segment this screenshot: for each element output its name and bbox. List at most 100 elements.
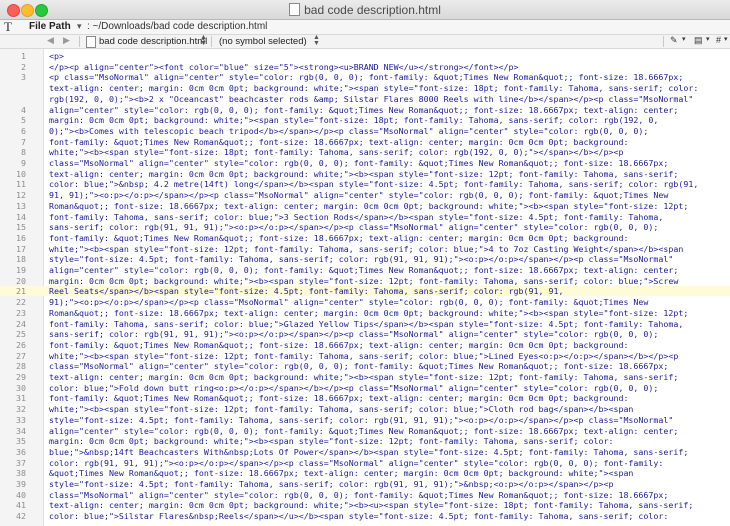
symbol-selector-updown-icon[interactable]: ▲ ▼ (313, 34, 320, 47)
code-text: white;"><b><span style="font-size: 12pt;… (49, 404, 634, 415)
document-menu-icon[interactable]: ▤ (694, 35, 703, 46)
forward-arrow-icon[interactable]: ▶ (63, 35, 70, 46)
code-line[interactable]: 32 white;"><b><span style="font-size: 12p… (0, 404, 730, 414)
code-line[interactable]: 16 font-family: &quot;Times New Roman&quo… (0, 233, 730, 243)
code-line[interactable]: 23 Roman&quot;; font-size: 18.6667px; tex… (0, 308, 730, 318)
pen-icon[interactable]: ✎ (670, 35, 678, 46)
line-number: 39 (16, 479, 26, 489)
code-line[interactable]: 36 blue;">&nbsp;14ft Beachcasters With&nb… (0, 447, 730, 457)
code-line[interactable]: 6 0);"><b>Comes with telescopic beach tri… (0, 126, 730, 136)
line-number: 16 (16, 232, 26, 243)
code-line[interactable]: 18 style="font-size: 4.5pt; font-family: … (0, 254, 730, 264)
code-line[interactable]: 30 color: blue;">Fold down butt ring<o:p>… (0, 383, 730, 393)
code-line[interactable]: 35 margin: 0cm 0cm 0pt; background: white… (0, 436, 730, 446)
file-selector-updown-icon[interactable]: ▲ ▼ (200, 34, 207, 47)
code-line[interactable]: 13 Roman&quot;; font-size: 18.6667px; tex… (0, 201, 730, 211)
code-text: font-family: &quot;Times New Roman&quot;… (49, 339, 629, 350)
code-line[interactable]: 34 align="center" style="color: rgb(0, 0,… (0, 426, 730, 436)
code-text: Reel Seats</span></b><span style="font-s… (49, 286, 564, 297)
symbol-selector[interactable]: (no symbol selected) (219, 36, 307, 47)
code-text: font-family: &quot;Times New Roman&quot;… (49, 232, 629, 243)
code-line[interactable]: 15 sans-serif; color: rgb(91, 91, 91);"><… (0, 222, 730, 232)
code-line[interactable]: 41 text-align: center; margin: 0cm 0cm 0p… (0, 500, 730, 510)
code-text: align="center" style="color: rgb(0, 0, 0… (49, 425, 679, 436)
code-line[interactable]: 9 class="MsoNormal" align="center" style=… (0, 158, 730, 168)
code-text: text-align: center; margin: 0cm 0cm 0pt;… (49, 168, 679, 179)
code-line[interactable]: 10 text-align: center; margin: 0cm 0cm 0p… (0, 169, 730, 179)
nav-divider (79, 36, 80, 47)
code-line[interactable]: 38 &quot;Times New Roman&quot;; font-size… (0, 468, 730, 478)
line-number: 20 (16, 275, 26, 286)
code-text: text-align: center; margin: 0cm 0cm 0pt;… (49, 500, 694, 511)
line-number: 34 (16, 425, 26, 436)
document-menu-chevron-icon[interactable]: ▾ (706, 35, 710, 43)
code-text: 91, 91);"><o:p></o:p></span></p><p class… (49, 190, 669, 201)
code-line[interactable]: 20 margin: 0cm 0cm 0pt; background: white… (0, 276, 730, 286)
file-path-label[interactable]: File Path (29, 21, 71, 32)
line-number: 2 (21, 61, 26, 72)
vertical-scrollbar[interactable] (724, 49, 730, 526)
code-editor[interactable]: 1 <p> 2 </p><p align="center"><font color="… (0, 49, 730, 526)
code-line[interactable]: 4 align="center" style="color: rgb(0, 0, … (0, 105, 730, 115)
code-text: margin: 0cm 0cm 0pt; background: white;"… (49, 115, 659, 126)
code-line[interactable]: 19 align="center" style="color: rgb(0, 0,… (0, 265, 730, 275)
code-line[interactable]: text-align: center; margin: 0cm 0cm 0pt;… (0, 83, 730, 93)
code-line[interactable]: 33 style="font-size: 4.5pt; font-family: … (0, 415, 730, 425)
line-number: 38 (16, 468, 26, 479)
hash-menu-chevron-icon[interactable]: ▾ (724, 35, 728, 43)
code-line[interactable]: 39 style="font-size: 4.5pt; font-family: … (0, 479, 730, 489)
code-line[interactable]: 22 91);"><o:p></o:p></span></p><p class="… (0, 297, 730, 307)
hash-icon[interactable]: # (716, 35, 721, 45)
code-text: margin: 0cm 0cm 0pt; background: white;"… (49, 275, 679, 286)
code-line[interactable]: 29 text-align: center; margin: 0cm 0cm 0p… (0, 372, 730, 382)
line-number: 23 (16, 307, 26, 318)
line-number: 6 (21, 125, 26, 136)
code-text: Roman&quot;; font-size: 18.6667px; text-… (49, 200, 689, 211)
code-line[interactable]: 5 margin: 0cm 0cm 0pt; background: white;… (0, 115, 730, 125)
code-line[interactable]: 21 Reel Seats</span></b><span style="font… (0, 286, 730, 297)
line-number: 31 (16, 393, 26, 404)
code-line[interactable]: 11 color: blue;">&nbsp; 4.2 metre(14ft) l… (0, 179, 730, 189)
code-line[interactable]: 17 white;"><b><span style="font-size: 12p… (0, 244, 730, 254)
toolbar: T File Path ▾ : ~/Downloads/bad code des… (0, 19, 730, 35)
line-number: 37 (16, 457, 26, 468)
code-line[interactable]: 1 <p> (0, 51, 730, 61)
code-line[interactable]: 8 white;"><b><span style="font-size: 18pt… (0, 147, 730, 157)
file-selector[interactable]: bad code description.html (99, 36, 207, 47)
code-line[interactable]: 7 font-family: &quot;Times New Roman&quot… (0, 137, 730, 147)
code-line[interactable]: 28 class="MsoNormal" align="center" style… (0, 361, 730, 371)
code-text: rgb(192, 0, 0);"><b>2 x "Oceancast" beac… (49, 93, 694, 104)
file-path-chevron-icon[interactable]: ▾ (77, 21, 82, 32)
line-number: 41 (16, 500, 26, 511)
code-line[interactable]: 37 color: rgb(91, 91, 91);"><o:p></o:p></… (0, 458, 730, 468)
code-line[interactable]: 2 </p><p align="center"><font color="blue… (0, 62, 730, 72)
code-line[interactable]: 24 font-family: Tahoma, sans-serif; color… (0, 319, 730, 329)
code-text: font-family: &quot;Times New Roman&quot;… (49, 136, 629, 147)
code-line[interactable]: rgb(192, 0, 0);"><b>2 x "Oceancast" beac… (0, 94, 730, 104)
code-text: Roman&quot;; font-size: 18.6667px; text-… (49, 307, 689, 318)
pen-menu-chevron-icon[interactable]: ▾ (682, 35, 686, 43)
line-number: 9 (21, 158, 26, 168)
line-number: 12 (16, 190, 26, 201)
code-line[interactable]: 31 font-family: &quot;Times New Roman&quo… (0, 393, 730, 403)
code-line[interactable]: 3 <p class="MsoNormal" align="center" sty… (0, 72, 730, 82)
code-line[interactable]: 26 font-family: &quot;Times New Roman&quo… (0, 340, 730, 350)
code-text: <p> (49, 51, 64, 61)
line-number: 11 (16, 179, 26, 190)
code-line[interactable]: 40 class="MsoNormal" align="center" style… (0, 490, 730, 500)
code-line[interactable]: 25 sans-serif; color: rgb(91, 91, 91);"><… (0, 329, 730, 339)
code-text: <p class="MsoNormal" align="center" styl… (49, 72, 684, 83)
back-arrow-icon[interactable]: ◀ (47, 35, 54, 46)
code-line[interactable]: 42 color: blue;">Silstar Flares&nbsp;Reel… (0, 511, 730, 521)
code-text: style="font-size: 4.5pt; font-family: Ta… (49, 254, 674, 265)
code-line[interactable]: 12 91, 91);"><o:p></o:p></span></p><p cla… (0, 190, 730, 200)
document-icon (289, 3, 301, 16)
code-text: color: blue;">Fold down butt ring<o:p></… (49, 382, 659, 393)
code-line[interactable]: 14 font-family: Tahoma, sans-serif; color… (0, 212, 730, 222)
line-number: 14 (16, 211, 26, 222)
window-titlebar: bad code description.html (0, 0, 730, 20)
code-line[interactable]: 27 white;"><b><span style="font-size: 12p… (0, 351, 730, 361)
code-text: color: rgb(91, 91, 91);"><o:p></o:p></sp… (49, 457, 664, 468)
code-text: text-align: center; margin: 0cm 0cm 0pt;… (49, 372, 679, 382)
text-tool-icon[interactable]: T (4, 19, 12, 35)
